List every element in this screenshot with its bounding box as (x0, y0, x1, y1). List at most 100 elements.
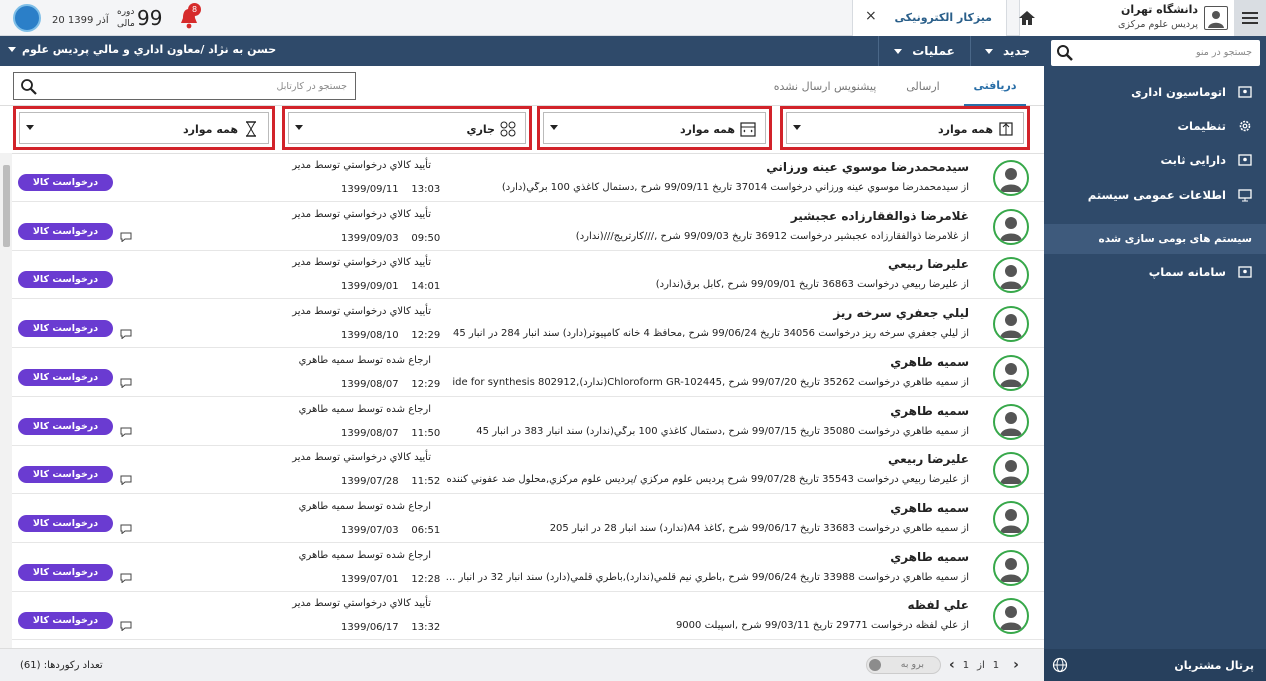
tab-received[interactable]: دریافتی (964, 66, 1026, 106)
customer-portal-link[interactable]: پرتال مشتریان (1044, 649, 1266, 681)
university-name: دانشگاه تهران (1121, 3, 1198, 16)
home-icon[interactable] (1007, 0, 1047, 36)
table-row[interactable]: علي لفظه از علي لفظه درخواست 29771 تاريخ … (0, 592, 1044, 641)
user-avatar-icon (1204, 6, 1228, 30)
request-type-badge[interactable]: درخواست كالا (18, 466, 113, 484)
window-icon (1238, 153, 1252, 167)
comment-icon[interactable] (120, 616, 132, 632)
tab-sent[interactable]: ارسالی (895, 66, 951, 106)
prev-page-icon[interactable]: ‹ (949, 657, 955, 673)
table-row[interactable]: سميه طاهري از سميه طاهري درخواست 33683 تا… (0, 494, 1044, 543)
request-description: از عليرضا ربيعي درخواست 36863 تاريخ 99/0… (655, 279, 969, 291)
row-datetime: 1399/06/17 13:32 (341, 622, 441, 634)
sender-name: سميه طاهري (890, 354, 969, 369)
comment-icon[interactable] (120, 470, 132, 486)
request-type-badge[interactable]: درخواست كالا (18, 174, 113, 191)
request-type-badge[interactable]: درخواست كالا (18, 417, 113, 435)
tab-label: میزکار الکترونیکی (894, 11, 992, 24)
chevron-down-icon (894, 48, 903, 54)
sidebar-item-fixed-assets[interactable]: دارایی ثابت (1044, 145, 1266, 175)
avatar-icon (993, 549, 1029, 586)
comment-icon[interactable] (120, 227, 132, 243)
request-type-badge[interactable]: درخواست كالا (18, 271, 113, 289)
filter-status-select[interactable]: جاري (288, 112, 526, 144)
table-row[interactable]: عليرضا ربيعي از عليرضا ربيعي درخواست 3686… (0, 251, 1044, 300)
sender-name: سميه طاهري (890, 403, 969, 418)
request-type-badge[interactable]: درخواست كالا (18, 320, 113, 338)
request-type-badge[interactable]: درخواست كالا (18, 514, 113, 532)
comment-icon[interactable] (120, 373, 132, 389)
filter-time-select[interactable]: همه موارد (19, 112, 269, 144)
table-row[interactable]: ليلي جعفري سرخه ريز از ليلي جعفري سرخه ري… (0, 300, 1044, 349)
sidebar-item-samap[interactable]: سامانه سماپ (1044, 257, 1266, 287)
comment-icon[interactable] (120, 324, 132, 340)
search-icon[interactable] (1056, 44, 1074, 66)
operations-menu[interactable]: عملیات (878, 36, 970, 66)
page-current: 1 (992, 659, 1000, 671)
request-type-badge[interactable]: درخواست كالا (18, 368, 113, 386)
avatar-icon (993, 452, 1029, 489)
tab-drafts[interactable]: پیشنویس ارسال نشده (765, 66, 885, 106)
menu-search-input[interactable]: جستجو در منو (1051, 40, 1260, 66)
row-datetime: 1399/08/10 12:29 (341, 330, 441, 342)
sender-name: عليرضا ربيعي (888, 452, 969, 467)
list-scrollbar[interactable] (0, 153, 12, 648)
comment-icon[interactable] (120, 422, 132, 438)
fiscal-year[interactable]: 99 (137, 6, 162, 30)
user-role-selector[interactable]: حسن به نژاد /معاون اداري و مالي پرديس عل… (8, 43, 276, 56)
close-icon[interactable]: × (865, 8, 877, 24)
sidebar-item-office-automation[interactable]: اتوماسیون اداری (1044, 77, 1266, 107)
request-type-badge[interactable]: درخواست كالا (18, 563, 113, 581)
table-row[interactable]: عليرضا ربيعي از عليرضا ربيعي درخواست 3554… (0, 446, 1044, 495)
table-row[interactable]: سيدمحمدرضا موسوي عينه ورزاني از سيدمحمدرض… (0, 154, 1044, 202)
status-text: ارجاع شده توسط سميه طاهري (298, 549, 431, 561)
avatar-icon (993, 354, 1029, 391)
search-icon[interactable] (20, 78, 38, 100)
goto-page-input[interactable]: برو به (866, 656, 941, 674)
hamburger-menu-icon[interactable] (1234, 0, 1266, 36)
tab-electronic-desk[interactable]: میزکار الکترونیکی × (852, 0, 1007, 36)
table-row[interactable]: سميه طاهري از سميه طاهري درخواست 35080 تا… (0, 397, 1044, 446)
table-row[interactable]: سميه طاهري از سميه طاهري درخواست 33988 تا… (0, 543, 1044, 592)
filter-category-select[interactable]: همه موارد (786, 112, 1024, 144)
document-icon (997, 120, 1015, 138)
page-of: از (977, 659, 985, 671)
request-type-badge[interactable]: درخواست كالا (18, 612, 113, 630)
avatar-icon (993, 160, 1029, 196)
sidebar-item-settings[interactable]: تنظیمات (1044, 111, 1266, 141)
status-text: تأييد كالاي درخواستي توسط مدير (292, 160, 431, 171)
gear-icon (1238, 119, 1252, 133)
filter-date-select[interactable]: همه موارد (543, 112, 766, 144)
row-datetime: 1399/09/01 14:01 (341, 281, 441, 293)
sender-name: سميه طاهري (890, 500, 969, 515)
next-page-icon[interactable]: › (1013, 657, 1019, 673)
filter-status: جاري (282, 106, 532, 150)
comment-icon[interactable] (120, 519, 132, 535)
fiscal-period-label: دوره مالی (117, 7, 135, 29)
workflow-icon (499, 120, 517, 138)
avatar-icon (993, 306, 1029, 343)
sidebar-item-system-info[interactable]: اطلاعات عمومی سیستم (1044, 180, 1266, 210)
request-description: از سيدمحمدرضا موسوي عينه ورزاني درخواست … (501, 182, 969, 193)
comment-icon[interactable] (120, 568, 132, 584)
request-type-badge[interactable]: درخواست كالا (18, 222, 113, 240)
university-logo (13, 4, 41, 32)
chevron-down-icon (26, 125, 34, 130)
brand-box: دانشگاه تهران پردیس علوم مرکزی (1019, 0, 1234, 36)
row-datetime: 1399/09/11 13:03 (341, 184, 441, 195)
status-text: تأييد كالاي درخواستي توسط مدير (292, 208, 431, 220)
status-text: تأييد كالاي درخواستي توسط مدير (292, 257, 431, 269)
go-arrow-icon[interactable] (869, 659, 881, 671)
calendar-icon (739, 120, 757, 138)
request-description: از سميه طاهري درخواست 33683 تاريخ 99/06/… (549, 522, 969, 534)
inbox-tabs: دریافتی ارسالی پیشنویس ارسال نشده جستجو … (0, 66, 1044, 106)
table-row[interactable]: سميه طاهري از سميه طاهري درخواست 35262 تا… (0, 348, 1044, 397)
sidebar-item-localized-systems[interactable]: سیستم های بومی سازی شده (1044, 224, 1266, 254)
request-description: از سميه طاهري درخواست 33988 تاريخ 99/06/… (445, 571, 969, 583)
hourglass-icon (242, 120, 260, 138)
footer-bar: تعداد رکوردها: (61) برو به ‹ 1 از 1 › (0, 648, 1044, 681)
cartable-search-input[interactable]: جستجو در کارتابل (13, 72, 356, 100)
new-menu[interactable]: جدید (970, 36, 1044, 66)
scrollbar-thumb[interactable] (3, 165, 10, 247)
table-row[interactable]: غلامرضا ذوالفقارزاده عجبشير از غلامرضا ذو… (0, 202, 1044, 251)
